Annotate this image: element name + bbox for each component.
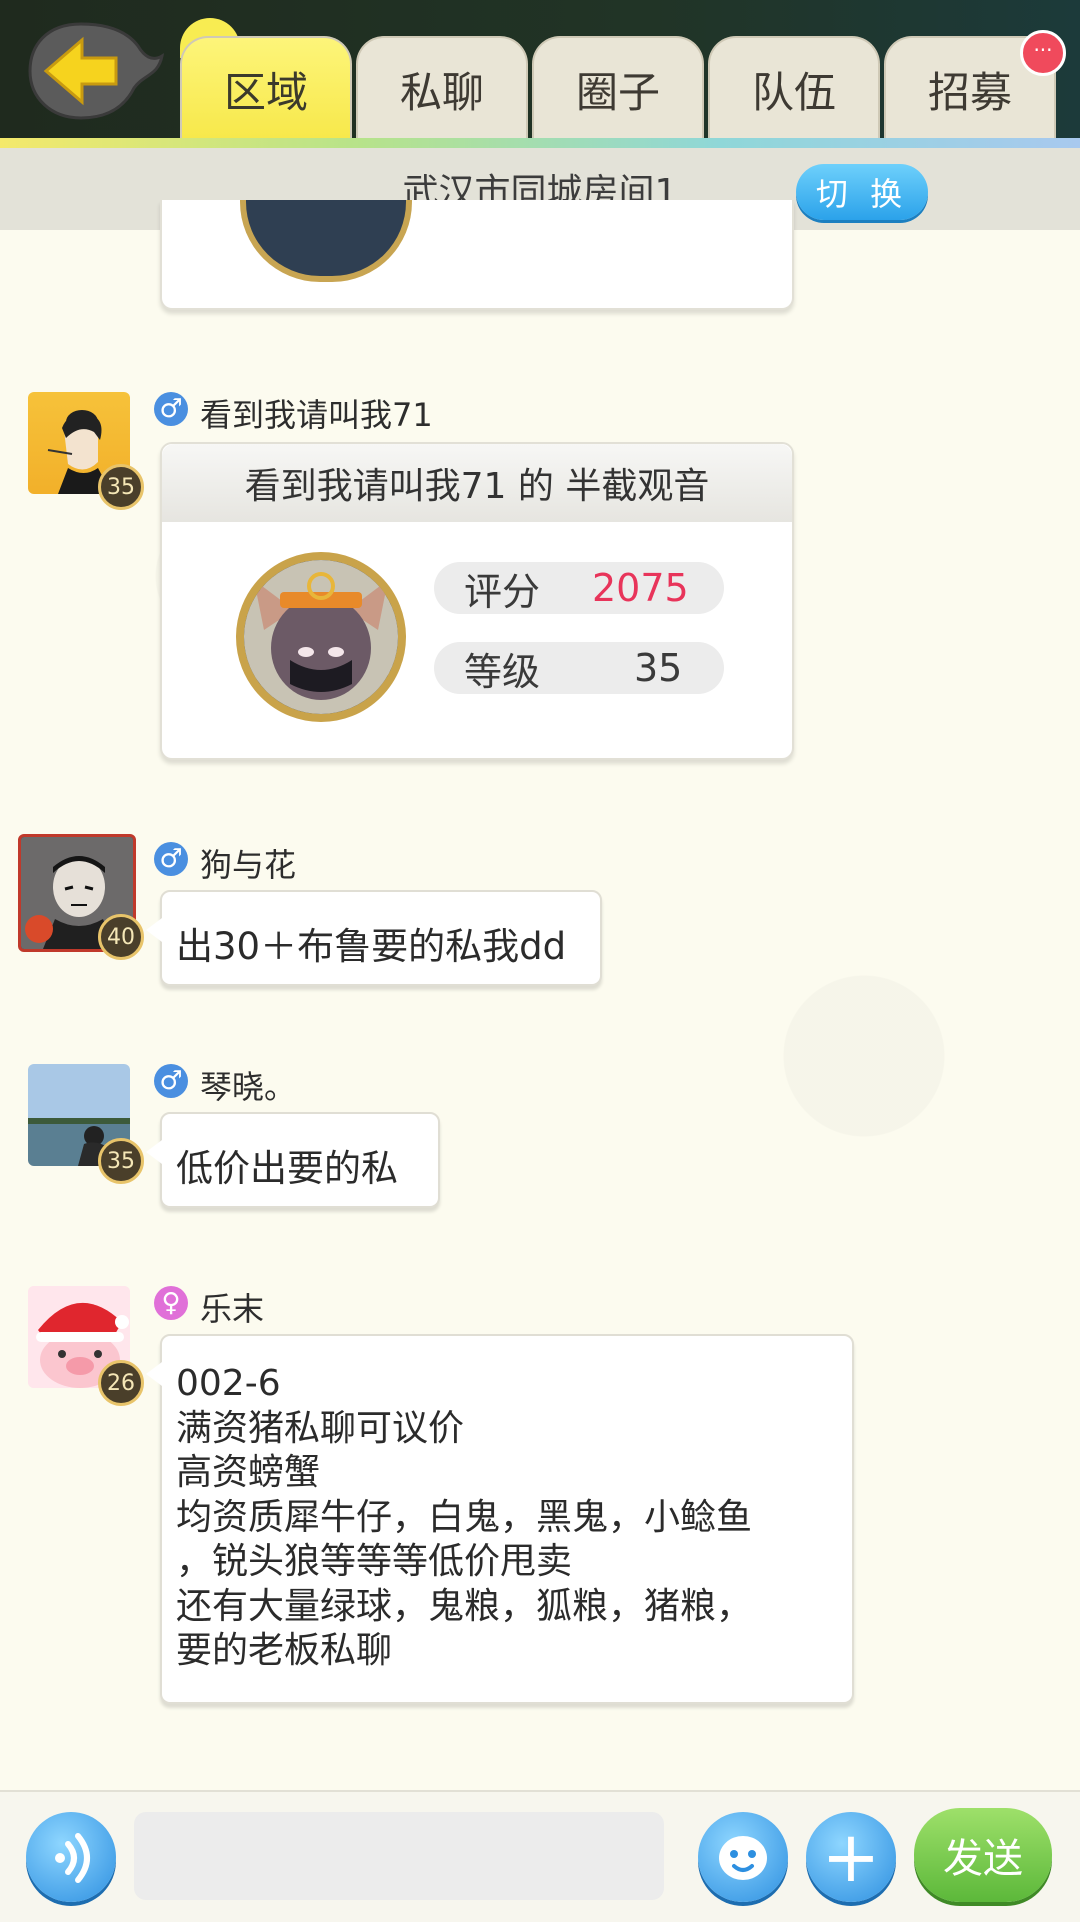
voice-icon	[55, 1833, 90, 1883]
smiley-icon	[719, 1836, 767, 1880]
plus-button[interactable]: +	[806, 1812, 896, 1902]
chat-bubble[interactable]: 002-6 满资猪私聊可议价 高资螃蟹 均资质犀牛仔，白鬼，黑鬼，小鲶鱼 ，锐头…	[146, 1334, 854, 1704]
plus-icon: +	[821, 1816, 881, 1898]
pet-portrait-icon	[244, 560, 398, 714]
score-value: 2075	[592, 566, 689, 610]
level-badge: 35	[98, 464, 144, 510]
male-gender-icon: ♂	[154, 842, 188, 876]
back-button[interactable]	[26, 16, 166, 126]
send-button[interactable]: 发送	[914, 1808, 1052, 1902]
message-line: 均资质犀牛仔，白鬼，黑鬼，小鲶鱼	[176, 1496, 753, 1538]
voice-button[interactable]	[26, 1812, 116, 1902]
female-gender-icon: ♀	[154, 1286, 188, 1320]
male-gender-icon: ♂	[154, 392, 188, 426]
tab-bar: 区域 私聊 圈子 队伍 招募	[180, 36, 1056, 140]
message-line: 满资猪私聊可议价	[176, 1407, 465, 1449]
pet-share-card[interactable]: 看到我请叫我71 的 半截观音 评分 2075 等级 35	[160, 442, 794, 760]
chat-bubble[interactable]: 低价出要的私	[146, 1112, 440, 1208]
pet-portrait-fragment	[240, 200, 412, 282]
previous-card-fragment	[160, 200, 794, 310]
tab-private-chat[interactable]: 私聊	[356, 36, 528, 140]
rainbow-divider	[0, 138, 1080, 148]
username[interactable]: 乐末	[200, 1284, 264, 1330]
message-line: 要的老板私聊	[176, 1630, 393, 1671]
score-label: 评分	[464, 569, 541, 614]
message-input[interactable]	[134, 1812, 664, 1900]
score-pill: 评分 2075	[434, 562, 724, 614]
tab-region[interactable]: 区域	[180, 36, 352, 140]
message-line: ，锐头狼等等等低价甩卖	[176, 1541, 573, 1582]
tab-circle[interactable]: 圈子	[532, 36, 704, 140]
level-badge: 40	[98, 914, 144, 960]
level-label: 等级	[464, 649, 541, 694]
username[interactable]: 琴晓。	[200, 1062, 296, 1108]
level-value: 35	[634, 646, 683, 690]
username[interactable]: 狗与花	[200, 840, 296, 886]
top-bar: 区域 私聊 圈子 队伍 招募 ···	[0, 0, 1080, 140]
level-badge: 26	[98, 1360, 144, 1406]
message-line: 002-6	[176, 1363, 281, 1404]
level-badge: 35	[98, 1138, 144, 1184]
switch-room-button[interactable]: 切 换	[796, 164, 928, 220]
username[interactable]: 看到我请叫我71	[200, 390, 433, 436]
male-gender-icon: ♂	[154, 1064, 188, 1098]
emoji-button[interactable]	[698, 1812, 788, 1902]
level-pill: 等级 35	[434, 642, 724, 694]
pet-card-title: 看到我请叫我71 的 半截观音	[162, 444, 792, 522]
notification-dot: ···	[1020, 30, 1066, 76]
pet-portrait	[236, 552, 406, 722]
back-arrow-icon	[28, 22, 165, 120]
message-line: 还有大量绿球，鬼粮，狐粮，猪粮，	[176, 1585, 753, 1627]
chat-bubble[interactable]: 出30＋布鲁要的私我dd	[146, 890, 602, 986]
tab-team[interactable]: 队伍	[708, 36, 880, 140]
message-line: 高资螃蟹	[176, 1452, 321, 1493]
input-bar: + 发送	[0, 1790, 1080, 1922]
